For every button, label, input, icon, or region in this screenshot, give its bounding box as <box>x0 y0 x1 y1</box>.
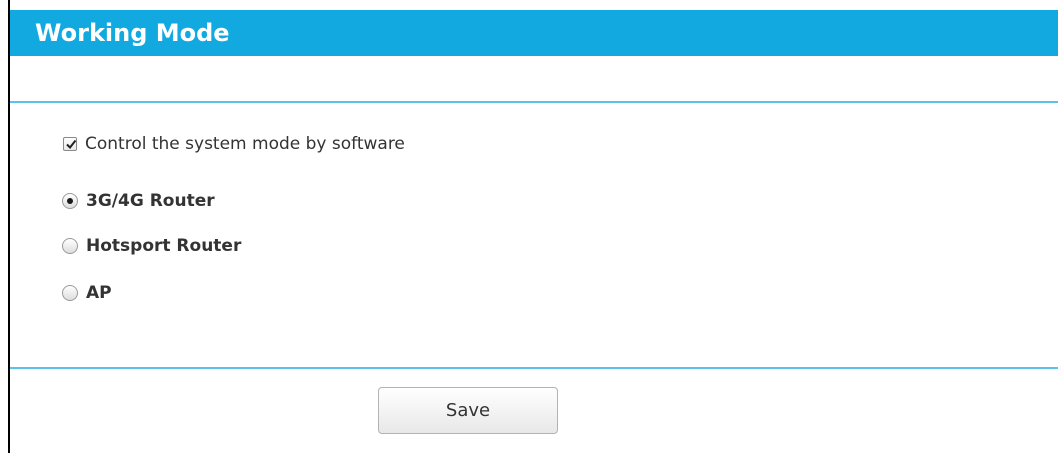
mode-option-ap[interactable]: AP <box>62 283 112 303</box>
divider-bottom <box>10 367 1058 369</box>
mode-label-hotsport-router: Hotsport Router <box>86 236 242 256</box>
header-bar: Working Mode <box>10 10 1058 56</box>
mode-label-ap: AP <box>86 283 112 303</box>
divider-top <box>10 101 1058 103</box>
mode-label-3g4g-router: 3G/4G Router <box>86 191 215 211</box>
save-button[interactable]: Save <box>378 387 558 434</box>
frame-left-border <box>8 0 10 453</box>
software-control-checkbox[interactable] <box>63 137 77 151</box>
checkmark-icon <box>66 139 77 150</box>
mode-option-hotsport-router[interactable]: Hotsport Router <box>62 236 241 256</box>
mode-radio-hotsport-router[interactable] <box>62 238 78 254</box>
mode-radio-3g4g-router[interactable] <box>62 193 78 209</box>
software-control-row[interactable]: Control the system mode by software <box>63 134 405 154</box>
mode-radio-ap[interactable] <box>62 285 78 301</box>
page-title: Working Mode <box>35 19 230 47</box>
mode-option-3g4g-router[interactable]: 3G/4G Router <box>62 191 215 211</box>
software-control-label: Control the system mode by software <box>85 134 405 154</box>
